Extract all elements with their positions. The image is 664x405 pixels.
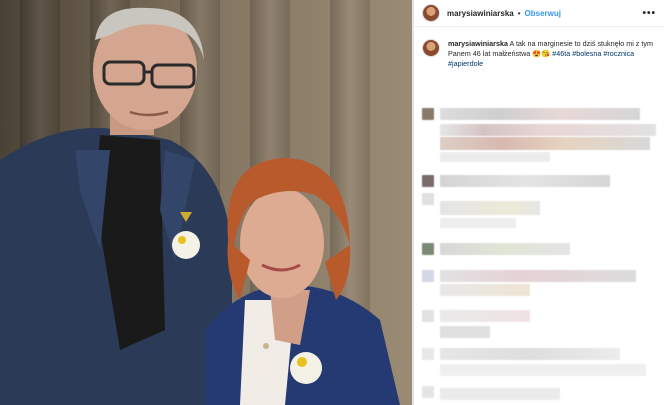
comment-avatar	[422, 310, 434, 322]
caption-username[interactable]: marysiawiniarska	[448, 39, 508, 48]
comment-blur	[440, 243, 570, 255]
hashtag[interactable]: #46ta	[552, 49, 570, 58]
separator-dot: •	[517, 8, 521, 18]
comment-avatar	[422, 193, 434, 205]
follow-button[interactable]: Obserwuj	[525, 9, 561, 18]
comment-blur	[440, 201, 540, 215]
woman-figure	[205, 158, 400, 405]
more-options-icon[interactable]: •••	[642, 8, 656, 19]
caption-emojis: 😍😘	[532, 49, 551, 58]
comment-blur	[440, 137, 650, 150]
comment-avatar	[422, 243, 434, 255]
comment-avatar	[422, 108, 434, 120]
comment-blur	[440, 388, 560, 400]
comment-blur	[440, 310, 530, 322]
comment-avatar	[422, 175, 434, 187]
caption-avatar[interactable]	[422, 39, 440, 57]
hashtag[interactable]: #bolesna	[572, 49, 601, 58]
avatar[interactable]	[422, 4, 440, 22]
couple-illustration	[0, 7, 400, 405]
comment-blur	[440, 348, 620, 360]
comment-avatar	[422, 270, 434, 282]
caption-text: marysiawiniarska A tak na marginesie to …	[448, 39, 653, 69]
comment-blur	[440, 270, 636, 282]
comment-blur	[440, 364, 646, 376]
instagram-post: marysiawiniarska • Obserwuj ••• marysiaw…	[0, 0, 664, 405]
comment-blur	[440, 152, 550, 162]
comment-blur	[440, 124, 656, 136]
comment-avatar	[422, 386, 434, 398]
post-photo[interactable]	[0, 0, 412, 405]
man-figure	[0, 7, 232, 405]
post-sidebar: marysiawiniarska • Obserwuj ••• marysiaw…	[414, 0, 664, 405]
comment-blur	[440, 326, 490, 338]
caption: marysiawiniarska A tak na marginesie to …	[414, 27, 664, 69]
hashtag[interactable]: #japierdole	[448, 59, 483, 68]
hashtag[interactable]: #rocznica	[603, 49, 634, 58]
username-link[interactable]: marysiawiniarska	[447, 9, 514, 18]
comment-blur	[440, 284, 530, 296]
post-header: marysiawiniarska • Obserwuj •••	[414, 0, 664, 27]
comment-blur	[440, 108, 640, 120]
comment-blur	[440, 175, 610, 187]
comment-blur	[440, 218, 516, 228]
comment-avatar	[422, 348, 434, 360]
